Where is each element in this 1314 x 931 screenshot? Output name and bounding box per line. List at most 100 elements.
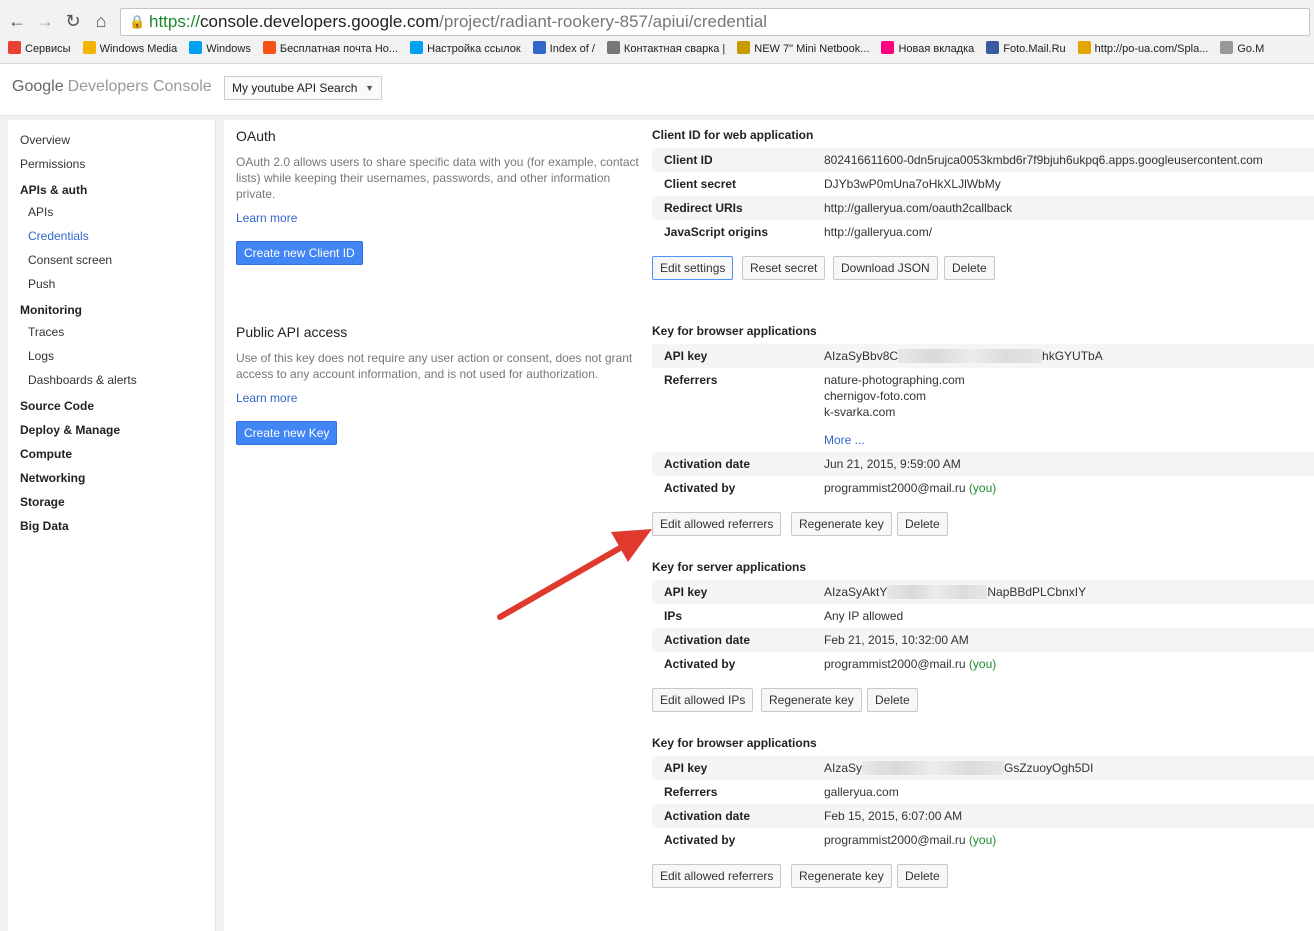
browser-key-1-delete-button[interactable]: Delete <box>897 512 948 536</box>
bookmark-label: Foto.Mail.Ru <box>1003 43 1066 55</box>
sidebar-item-apis[interactable]: APIs <box>28 205 53 219</box>
regenerate-key-button[interactable]: Regenerate key <box>791 512 892 536</box>
chevron-down-icon: ▼ <box>365 83 374 93</box>
client-secret-label: Client secret <box>664 177 737 191</box>
regenerate-key-button[interactable]: Regenerate key <box>791 864 892 888</box>
sidebar-item-storage[interactable]: Storage <box>20 495 65 509</box>
console-header: Google Developers Console My youtube API … <box>0 64 1314 116</box>
create-client-id-button[interactable]: Create new Client ID <box>236 241 363 265</box>
ips-label: IPs <box>664 609 683 623</box>
you-badge: (you) <box>968 833 997 847</box>
sidebar-item-compute[interactable]: Compute <box>20 447 72 461</box>
activation-date-value: Feb 15, 2015, 6:07:00 AM <box>824 809 963 823</box>
console-logo[interactable]: Google Developers Console <box>12 78 212 96</box>
reload-icon[interactable]: ↻ <box>62 10 84 32</box>
forward-icon[interactable]: → <box>34 10 56 32</box>
web-client-title: Client ID for web application <box>652 128 814 142</box>
bookmark-item[interactable]: NEW 7" Mini Netbook... <box>737 40 869 58</box>
main-area: Overview Permissions APIs & auth APIs Cr… <box>0 116 1314 931</box>
edit-settings-button[interactable]: Edit settings <box>652 256 734 280</box>
bookmark-label: Windows Media <box>99 43 178 55</box>
server-key-delete-button[interactable]: Delete <box>867 688 918 712</box>
activation-date-value: Jun 21, 2015, 9:59:00 AM <box>824 457 961 471</box>
bookmark-favicon-icon <box>410 41 424 54</box>
sidebar-item-push[interactable]: Push <box>28 277 55 291</box>
edit-allowed-referrers-button[interactable]: Edit allowed referrers <box>652 864 782 888</box>
bookmark-item[interactable]: http://po-ua.com/Spla... <box>1077 40 1208 58</box>
you-badge: (you) <box>968 657 997 671</box>
bookmark-item[interactable]: Настройка ссылок <box>410 40 521 58</box>
referrers-label: Referrers <box>664 785 718 799</box>
bookmark-favicon-icon <box>532 41 546 54</box>
edit-allowed-ips-button[interactable]: Edit allowed IPs <box>652 688 754 712</box>
sidebar-item-permissions[interactable]: Permissions <box>20 157 85 171</box>
project-select[interactable]: My youtube API Search ▼ <box>224 76 382 100</box>
oauth-learn-more-link[interactable]: Learn more <box>236 211 297 225</box>
logo-google: Google <box>12 78 64 95</box>
edit-allowed-referrers-button[interactable]: Edit allowed referrers <box>652 512 782 536</box>
api-key-start: AIzaSyBbv8C <box>824 349 899 363</box>
bookmark-item[interactable]: Новая вкладка <box>881 40 974 58</box>
browser-key-1-referrers-row: Referrers nature-photographing.com chern… <box>652 368 1314 452</box>
sidebar-item-consent-screen[interactable]: Consent screen <box>28 253 112 267</box>
redacted-blur <box>862 761 1005 775</box>
home-icon[interactable]: ⌂ <box>90 10 112 32</box>
bookmark-item[interactable]: Index of / <box>532 40 595 58</box>
bookmark-favicon-icon <box>606 41 620 54</box>
bookmark-item[interactable]: Windows <box>189 40 251 58</box>
sidebar-item-overview[interactable]: Overview <box>20 133 70 147</box>
browser-key-1-title: Key for browser applications <box>652 324 817 338</box>
reset-secret-button[interactable]: Reset secret <box>742 256 826 280</box>
referrers-list: nature-photographing.com chernigov-foto.… <box>824 372 965 448</box>
browser-navbar: ← → ↻ ⌂ 🔒 https://console.developers.goo… <box>0 4 1314 38</box>
create-key-button[interactable]: Create new Key <box>236 421 338 445</box>
sidebar-item-logs[interactable]: Logs <box>28 349 54 363</box>
bookmark-item[interactable]: Windows Media <box>82 40 178 58</box>
sidebar-item-networking[interactable]: Networking <box>20 471 85 485</box>
bookmark-item[interactable]: Контактная сварка | <box>606 40 725 58</box>
server-key-activation-row: Activation date Feb 21, 2015, 10:32:00 A… <box>652 628 1314 652</box>
public-api-learn-more-link[interactable]: Learn more <box>236 391 297 405</box>
sidebar-item-dashboards[interactable]: Dashboards & alerts <box>28 373 137 387</box>
url-host: console.developers.google.com <box>200 12 440 31</box>
web-client-delete-button[interactable]: Delete <box>944 256 995 280</box>
sidebar-item-big-data[interactable]: Big Data <box>20 519 69 533</box>
sidebar-item-source-code[interactable]: Source Code <box>20 399 94 413</box>
url-scheme: https:// <box>149 12 201 31</box>
back-icon[interactable]: ← <box>6 10 28 32</box>
sidebar-item-monitoring[interactable]: Monitoring <box>20 303 82 317</box>
activated-by-email: programmist2000@mail.ru <box>824 657 966 671</box>
address-bar[interactable]: 🔒 https://console.developers.google.com/… <box>120 8 1310 36</box>
you-badge: (you) <box>968 481 997 495</box>
sidebar-item-apis-auth[interactable]: APIs & auth <box>20 183 87 197</box>
client-id-label: Client ID <box>664 153 713 167</box>
server-key-api-key-row: API key AIzaSyAktY NapBBdPLCbnxIY <box>652 580 1314 604</box>
referrer-item: nature-photographing.com <box>824 373 965 387</box>
sidebar-item-credentials[interactable]: Credentials <box>28 229 89 243</box>
oauth-title: OAuth <box>236 128 276 144</box>
more-referrers-link[interactable]: More ... <box>824 432 965 448</box>
regenerate-key-button[interactable]: Regenerate key <box>761 688 862 712</box>
public-api-title: Public API access <box>236 324 348 340</box>
redirect-uris-label: Redirect URIs <box>664 201 743 215</box>
public-api-description: Use of this key does not require any use… <box>236 351 633 381</box>
activated-by-email: programmist2000@mail.ru <box>824 833 966 847</box>
bookmark-label: NEW 7" Mini Netbook... <box>754 43 870 55</box>
bookmark-item[interactable]: Go.M <box>1220 40 1264 58</box>
bookmark-favicon-icon <box>1220 41 1234 54</box>
sidebar-item-traces[interactable]: Traces <box>28 325 64 339</box>
sidebar-item-deploy-manage[interactable]: Deploy & Manage <box>20 423 120 437</box>
bookmark-favicon-icon <box>986 41 1000 54</box>
bookmark-item[interactable]: Foto.Mail.Ru <box>986 40 1066 58</box>
client-secret-value: DJYb3wP0mUna7oHkXLJlWbMy <box>824 177 1001 191</box>
api-key-value: AIzaSyAktY NapBBdPLCbnxIY <box>824 585 1086 599</box>
browser-key-2-delete-button[interactable]: Delete <box>897 864 948 888</box>
bookmark-label: Go.M <box>1237 43 1265 55</box>
server-key-title: Key for server applications <box>652 560 807 574</box>
bookmark-item[interactable]: Сервисы <box>8 40 71 58</box>
download-json-button[interactable]: Download JSON <box>833 256 938 280</box>
credentials-content: OAuth OAuth 2.0 allows users to share sp… <box>224 120 1314 931</box>
bookmark-item[interactable]: Бесплатная почта Но... <box>262 40 398 58</box>
activation-date-value: Feb 21, 2015, 10:32:00 AM <box>824 633 969 647</box>
browser-key-1-api-key-row: API key AIzaSyBbv8C hkGYUTbA <box>652 344 1314 368</box>
